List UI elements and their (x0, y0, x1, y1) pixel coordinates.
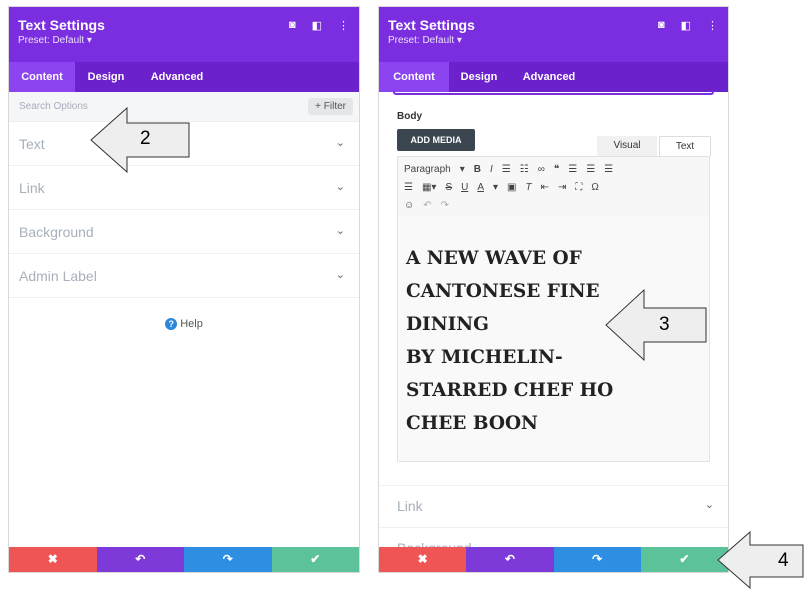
emoji-icon[interactable]: ☺ (404, 200, 414, 211)
preset-selector[interactable]: Preset: Default ▾ (388, 35, 728, 46)
body-label: Body (397, 111, 422, 122)
help-label: Help (180, 318, 203, 330)
chevron-down-icon: ⌄ (335, 225, 345, 237)
chevron-down-icon: ⌄ (335, 181, 345, 193)
section-label: Background (19, 224, 94, 240)
redo-button[interactable]: ↷ (553, 547, 641, 572)
section-link[interactable]: Link ⌄ (379, 485, 728, 525)
left-arrow-icon (605, 288, 707, 362)
redo-icon[interactable]: ↷ (441, 200, 449, 211)
search-input[interactable]: Search Options (19, 101, 88, 112)
underline-icon[interactable]: U (461, 182, 468, 193)
section-label: Link (19, 180, 45, 196)
cancel-button[interactable]: ✖ (379, 547, 467, 572)
paragraph-select[interactable]: Paragraph (404, 164, 451, 175)
fullscreen-icon[interactable]: ◙ (289, 19, 296, 32)
section-label: Text (19, 136, 45, 152)
justify-icon[interactable]: ☰ (404, 182, 413, 193)
clear-format-icon[interactable]: T (526, 182, 532, 193)
more-options-icon[interactable]: ⋮ (707, 19, 718, 32)
chevron-down-icon[interactable]: ▾ (493, 182, 498, 193)
fullscreen-icon[interactable]: ◙ (658, 19, 665, 32)
panel-header: Text Settings Preset: Default ▾ ◙ ◧ ⋮ (379, 7, 728, 62)
more-options-icon[interactable]: ⋮ (338, 19, 349, 32)
tab-content[interactable]: Content (9, 62, 75, 92)
tab-design[interactable]: Design (449, 62, 509, 92)
tab-bar: Content Design Advanced (9, 62, 359, 92)
callout-number: 2 (140, 128, 151, 149)
help-link[interactable]: ? Help (9, 318, 359, 330)
action-footer: ✖ ↶ ↷ ✔ (9, 547, 359, 572)
bold-icon[interactable]: B (474, 164, 481, 175)
align-right-icon[interactable]: ☰ (604, 164, 613, 175)
tab-advanced[interactable]: Advanced (509, 62, 589, 92)
content-line: CHEE BOON (406, 413, 538, 434)
fullscreen-icon[interactable]: ⛶ (575, 182, 582, 193)
text-field-border (393, 91, 714, 95)
omega-icon[interactable]: Ω (591, 182, 598, 193)
undo-button[interactable]: ↶ (466, 547, 554, 572)
chevron-down-icon: ⌄ (335, 137, 345, 149)
text-color-icon[interactable]: A (477, 182, 484, 193)
redo-button[interactable]: ↷ (184, 547, 272, 572)
left-arrow-icon (717, 530, 804, 590)
chevron-down-icon: ⌄ (335, 269, 345, 281)
content-line: STARRED CHEF HO (406, 380, 614, 401)
quote-icon[interactable]: ❝ (554, 164, 559, 175)
content-line: A NEW WAVE OF (406, 248, 582, 269)
text-settings-panel-left: Text Settings Preset: Default ▾ ◙ ◧ ⋮ Co… (8, 6, 360, 573)
strikethrough-icon[interactable]: S (445, 182, 452, 193)
split-view-icon[interactable]: ◧ (312, 19, 322, 32)
link-icon[interactable]: ∞ (538, 164, 545, 175)
action-footer: ✖ ↶ ↷ ✔ (379, 547, 728, 572)
tab-visual[interactable]: Visual (597, 136, 657, 156)
callout-arrow-4: 4 (716, 530, 805, 590)
tab-content[interactable]: Content (379, 62, 449, 92)
callout-arrow-3: 3 (604, 288, 708, 362)
tab-advanced[interactable]: Advanced (137, 62, 217, 92)
callout-number: 4 (778, 550, 789, 571)
numbered-list-icon[interactable]: ☷ (520, 164, 529, 175)
paste-icon[interactable]: ▣ (507, 182, 516, 193)
section-background[interactable]: Background ⌄ (9, 210, 359, 254)
cancel-button[interactable]: ✖ (9, 547, 97, 572)
tab-text[interactable]: Text (659, 136, 711, 156)
save-button[interactable]: ✔ (640, 547, 728, 572)
table-icon[interactable]: ▦▾ (422, 182, 436, 193)
section-admin-label[interactable]: Admin Label ⌄ (9, 254, 359, 298)
preset-selector[interactable]: Preset: Default ▾ (18, 35, 359, 46)
italic-icon[interactable]: I (490, 164, 493, 175)
align-left-icon[interactable]: ☰ (568, 164, 577, 175)
panel-header: Text Settings Preset: Default ▾ ◙ ◧ ⋮ (9, 7, 359, 62)
chevron-down-icon: ⌄ (704, 499, 714, 511)
split-view-icon[interactable]: ◧ (681, 19, 691, 32)
save-button[interactable]: ✔ (271, 547, 359, 572)
indent-icon[interactable]: ⇥ (558, 182, 566, 193)
chevron-down-icon[interactable]: ▾ (460, 164, 465, 175)
undo-button[interactable]: ↶ (96, 547, 184, 572)
section-label: Link (397, 498, 423, 514)
undo-icon[interactable]: ↶ (423, 200, 431, 211)
align-center-icon[interactable]: ☰ (586, 164, 595, 175)
tab-bar: Content Design Advanced (379, 62, 728, 92)
help-icon: ? (165, 318, 178, 330)
editor-toolbar: Paragraph ▾ B I ☰ ☷ ∞ ❝ ☰ ☰ ☰ ☰ ▦▾ S U A… (397, 156, 710, 216)
callout-number: 3 (659, 314, 670, 335)
add-media-button[interactable]: ADD MEDIA (397, 129, 475, 151)
tab-design[interactable]: Design (75, 62, 137, 92)
bullet-list-icon[interactable]: ☰ (502, 164, 511, 175)
outdent-icon[interactable]: ⇤ (541, 182, 549, 193)
section-label: Admin Label (19, 268, 97, 284)
filter-button[interactable]: + Filter (308, 98, 353, 115)
callout-arrow-2: 2 (89, 106, 191, 174)
